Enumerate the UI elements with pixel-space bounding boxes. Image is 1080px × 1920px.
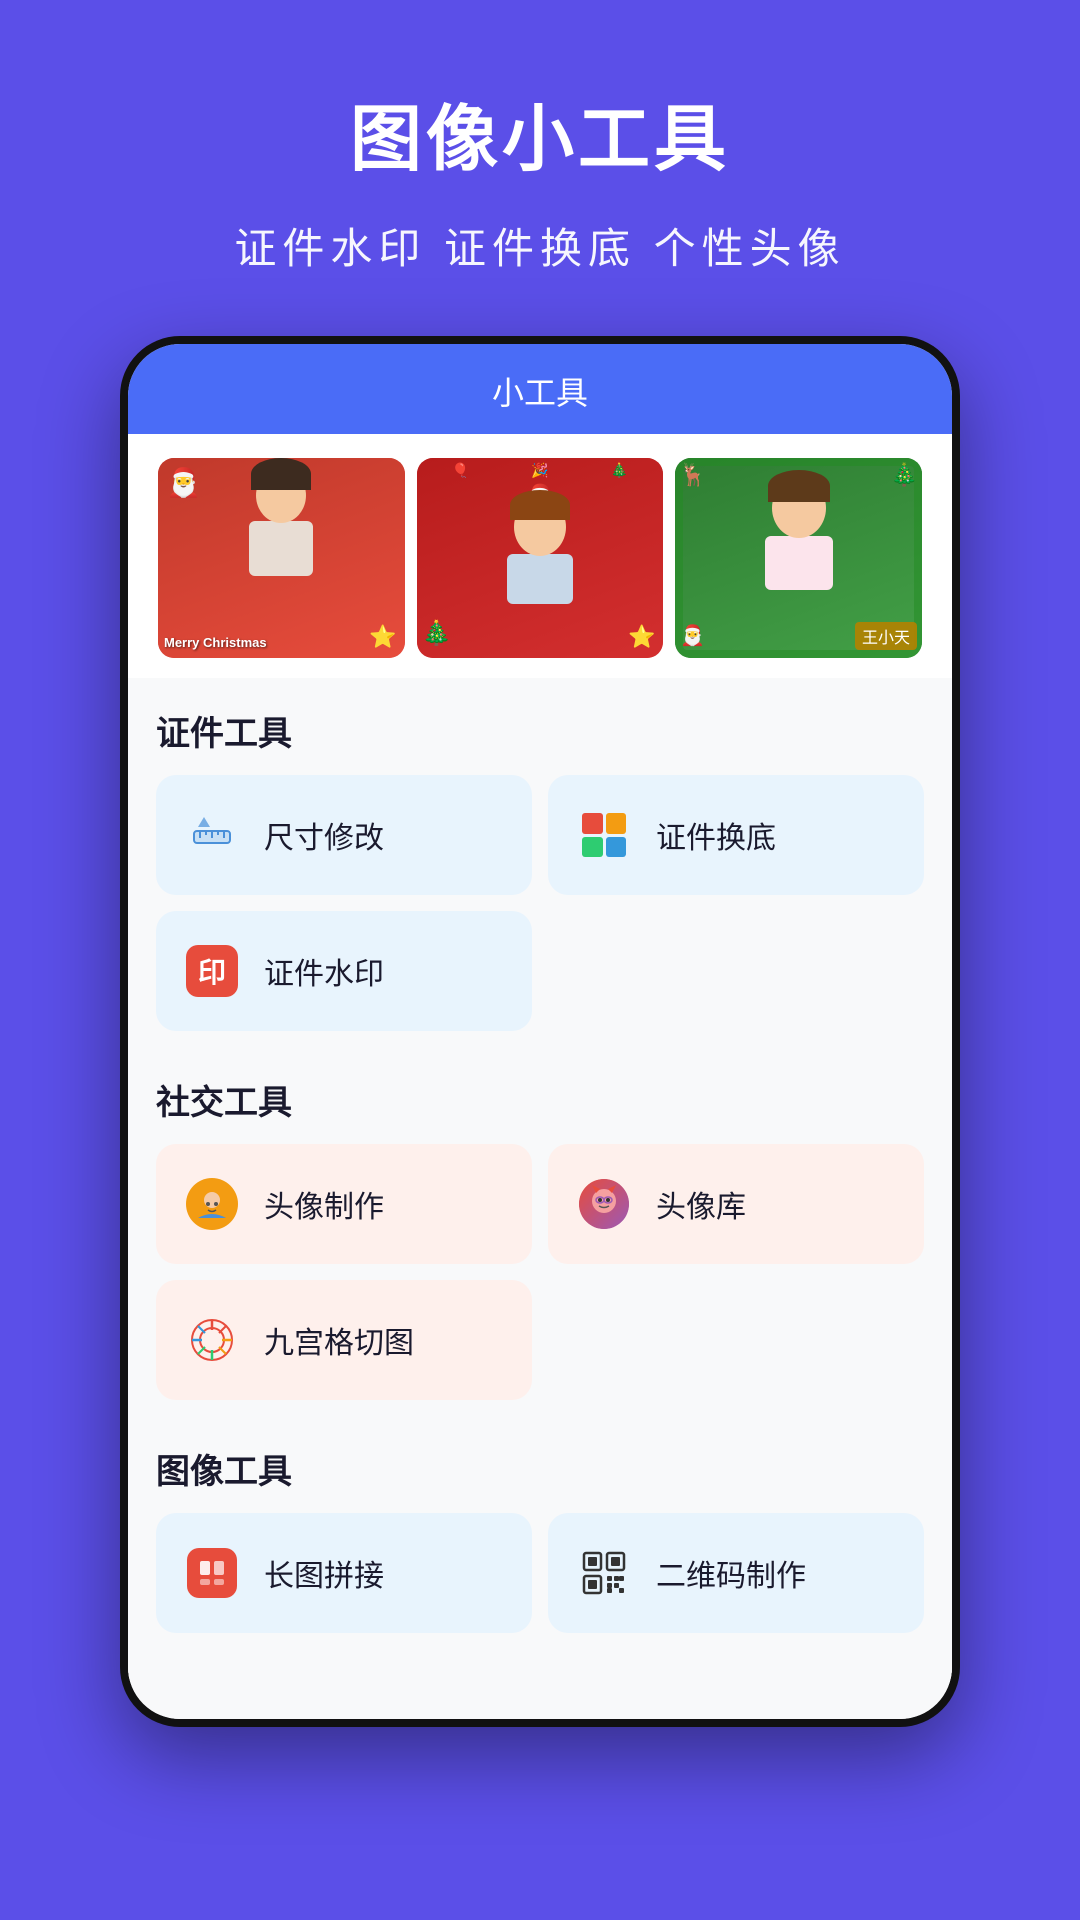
section-cert-tools: 证件工具 bbox=[128, 678, 952, 1031]
tool-resize[interactable]: 尺寸修改 bbox=[156, 775, 532, 895]
tool-grid-cut[interactable]: 九宫格切图 bbox=[156, 1280, 532, 1400]
section-social-tools: 社交工具 bbox=[128, 1047, 952, 1400]
bottom-spacer bbox=[128, 1649, 952, 1679]
section-social-title: 社交工具 bbox=[156, 1075, 924, 1124]
app-subtitle: 证件水印 证件换底 个性头像 bbox=[40, 215, 1040, 276]
phone-screen: 小工具 🎅 ⭐ bbox=[128, 344, 952, 1719]
tool-watermark-label: 证件水印 bbox=[264, 949, 384, 993]
tool-bg-change[interactable]: 证件换底 bbox=[548, 775, 924, 895]
app-title: 图像小工具 bbox=[40, 80, 1040, 185]
header-section: 图像小工具 证件水印 证件换底 个性头像 bbox=[0, 0, 1080, 336]
stamp-icon: 印 bbox=[180, 939, 244, 1003]
phone-content: 🎅 ⭐ Merry Christmas bbox=[128, 434, 952, 1719]
banner-item-1[interactable]: 🎅 ⭐ Merry Christmas bbox=[158, 458, 405, 658]
tool-avatar-make[interactable]: 头像制作 bbox=[156, 1144, 532, 1264]
avatar-lib-icon bbox=[572, 1172, 636, 1236]
tool-grid-cut-label: 九宫格切图 bbox=[264, 1318, 414, 1362]
long-img-icon bbox=[180, 1541, 244, 1605]
tool-avatar-make-label: 头像制作 bbox=[264, 1182, 384, 1226]
banner-item-3[interactable]: 🦌 🎄 王小天 bbox=[675, 458, 922, 658]
section-cert-title: 证件工具 bbox=[156, 706, 924, 755]
tool-bg-change-label: 证件换底 bbox=[656, 813, 776, 857]
phone-mockup: 小工具 🎅 ⭐ bbox=[120, 336, 960, 1727]
section-image-tools: 图像工具 bbox=[128, 1416, 952, 1633]
banner-row: 🎅 ⭐ Merry Christmas bbox=[128, 434, 952, 678]
phone-topbar: 小工具 bbox=[128, 344, 952, 434]
social-tools-grid: 头像制作 bbox=[156, 1144, 924, 1264]
banner-item-2[interactable]: 🎈🎉🎄 🎄 ⭐ 🎅 bbox=[417, 458, 664, 658]
cert-tools-grid: 尺寸修改 证件换底 bbox=[156, 775, 924, 895]
avatar-make-icon bbox=[180, 1172, 244, 1236]
grid-cut-icon bbox=[180, 1308, 244, 1372]
name-badge: 王小天 bbox=[855, 622, 917, 650]
tool-qr[interactable]: 二维码制作 bbox=[548, 1513, 924, 1633]
tool-long-img-label: 长图拼接 bbox=[264, 1551, 384, 1595]
ruler-icon bbox=[180, 803, 244, 867]
tool-avatar-lib-label: 头像库 bbox=[656, 1182, 746, 1226]
tool-qr-label: 二维码制作 bbox=[656, 1551, 806, 1595]
palette-icon bbox=[572, 803, 636, 867]
qr-icon bbox=[572, 1541, 636, 1605]
section-image-title: 图像工具 bbox=[156, 1444, 924, 1493]
tool-resize-label: 尺寸修改 bbox=[264, 813, 384, 857]
tool-long-img[interactable]: 长图拼接 bbox=[156, 1513, 532, 1633]
tool-watermark[interactable]: 印 证件水印 bbox=[156, 911, 532, 1031]
christmas-text: Merry Christmas bbox=[164, 635, 267, 650]
phone-topbar-title: 小工具 bbox=[492, 375, 588, 411]
tool-avatar-lib[interactable]: 头像库 bbox=[548, 1144, 924, 1264]
image-tools-grid: 长图拼接 bbox=[156, 1513, 924, 1633]
